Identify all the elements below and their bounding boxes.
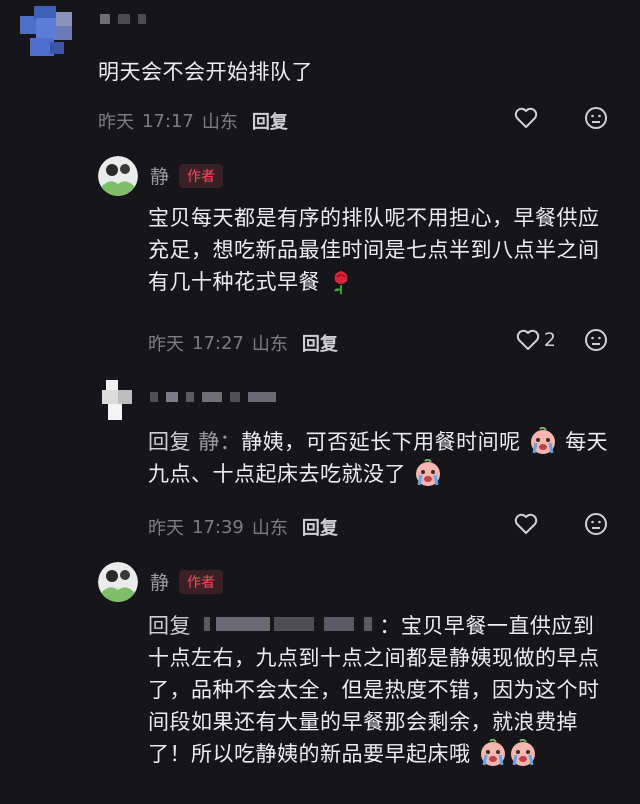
reply-target-redacted[interactable] [198, 614, 379, 638]
username-redacted[interactable] [100, 14, 146, 24]
meta-day: 昨天 [98, 112, 134, 133]
comment-actions [514, 512, 608, 536]
comment-actions: 2 [516, 328, 608, 352]
author-name-row: 静 作者 [150, 568, 224, 595]
comment-text: 回复 ：宝贝早餐一直供应到 十点左右，九点到十点之间都是静姨现做的早点 了，品种… [148, 610, 600, 770]
reply-button[interactable]: 回复 [302, 514, 338, 540]
avatar[interactable] [20, 6, 74, 62]
crying-face-emoji [416, 459, 441, 486]
meta-time: 17:39 [192, 516, 244, 538]
text-line: 宝贝每天都是有序的排队呢不用担心，早餐供应 [148, 206, 600, 230]
reply-prefix: 回复 [148, 614, 191, 638]
author-badge: 作者 [179, 569, 224, 594]
crying-face-emoji [480, 739, 505, 766]
author-name-row: 静 作者 [150, 162, 224, 189]
frown-face-icon[interactable] [584, 328, 608, 352]
text-line: 有几十种花式早餐 [148, 270, 320, 294]
crying-face-emoji [530, 427, 555, 454]
meta-location: 山东 [201, 112, 238, 133]
avatar[interactable] [98, 380, 138, 424]
text-line: 了！所以吃静姨的新品要早起床哦 [148, 742, 471, 766]
frown-face-icon[interactable] [584, 106, 608, 130]
frown-face-icon[interactable] [584, 512, 608, 536]
meta-location: 山东 [251, 334, 288, 355]
comment-text: 宝贝每天都是有序的排队呢不用担心，早餐供应 充足，想吃新品最佳时间是七点半到八点… [148, 202, 600, 298]
author-badge: 作者 [179, 163, 224, 188]
like-count: 2 [543, 329, 556, 351]
username[interactable]: 静 [150, 568, 169, 595]
text-line: ：宝贝早餐一直供应到 [379, 614, 595, 638]
text-line: 静姨，可否延长下用餐时间呢 [241, 430, 521, 454]
comment-meta: 昨天 17:39 山东 回复 [148, 514, 338, 540]
comment-text: 明天会不会开始排队了 [98, 60, 313, 84]
username-redacted[interactable] [150, 392, 276, 402]
reply-prefix: 回复 [148, 430, 191, 454]
text-line: 了，品种不会太全，但是热度不错，因为这个时 [148, 678, 600, 702]
heart-outline-icon[interactable] [514, 513, 538, 535]
comment-actions [514, 106, 608, 130]
text-line: 九点、十点起床去吃就没了 [148, 462, 406, 486]
heart-outline-icon[interactable] [514, 107, 538, 129]
meta-day: 昨天 [148, 334, 184, 355]
text-line: 每天 [565, 430, 609, 454]
username[interactable]: 静 [150, 162, 169, 189]
reply-button[interactable]: 回复 [252, 108, 288, 134]
heart-outline-icon[interactable] [516, 329, 540, 351]
text-line: 间段如果还有大量的早餐那会剩余，就浪费掉 [148, 710, 578, 734]
rose-emoji [334, 271, 348, 294]
comment-text: 回复 静：静姨，可否延长下用餐时间呢 每天 九点、十点起床去吃就没了 [148, 426, 608, 490]
text-line: 十点左右，九点到十点之间都是静姨现做的早点 [148, 646, 600, 670]
text-line: 充足，想吃新品最佳时间是七点半到八点半之间 [148, 238, 600, 262]
reply-button[interactable]: 回复 [302, 330, 338, 356]
reply-target[interactable]: 静： [198, 430, 241, 454]
comment-meta: 昨天 17:27 山东 回复 [148, 330, 338, 356]
avatar[interactable] [98, 156, 138, 196]
crying-face-emoji [510, 739, 535, 766]
comment-meta: 昨天 17:17 山东 回复 [98, 108, 288, 134]
meta-time: 17:17 [142, 110, 194, 132]
meta-location: 山东 [251, 518, 288, 539]
avatar[interactable] [98, 562, 138, 602]
meta-time: 17:27 [192, 332, 244, 354]
meta-day: 昨天 [148, 518, 184, 539]
